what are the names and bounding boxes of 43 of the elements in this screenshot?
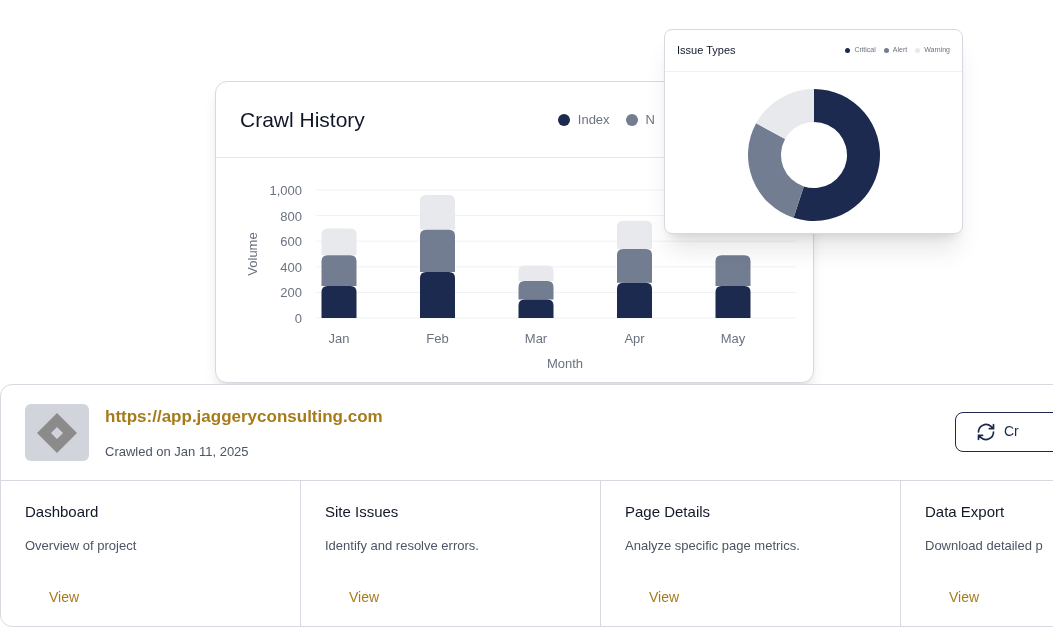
bar-segment: [321, 255, 357, 286]
view-link[interactable]: View: [49, 587, 80, 608]
recrawl-button[interactable]: Cr: [955, 411, 1053, 452]
view-link[interactable]: View: [649, 587, 680, 608]
x-tick-label: Mar: [524, 331, 548, 346]
legend-label: Index: [577, 110, 610, 129]
bar-segment: [420, 271, 455, 318]
x-tick-label: Feb: [426, 331, 449, 346]
section-description: Analyze specific page metrics.: [625, 536, 801, 555]
bar-segment: [715, 255, 751, 286]
x-axis-title: Month: [546, 356, 584, 371]
y-tick-label: 600: [280, 234, 302, 250]
refresh-icon: [976, 421, 996, 442]
bar-segment: [617, 282, 652, 318]
bar-segment: [715, 286, 751, 318]
bar-segment: [420, 229, 455, 272]
site-url[interactable]: https://app.jaggeryconsulting.com: [105, 404, 939, 430]
card-title: Crawl History: [240, 106, 365, 133]
section-description: Identify and resolve errors.: [325, 536, 480, 555]
site-logo-icon: [25, 404, 89, 461]
y-tick-label: 0: [294, 311, 302, 326]
x-tick-label: May: [720, 331, 746, 346]
card-title: Issue Types: [677, 43, 736, 59]
section-title: Dashboard: [25, 502, 100, 522]
section-description: Overview of project: [25, 536, 138, 555]
bar-segment: [518, 299, 554, 318]
x-tick-label: Apr: [624, 331, 645, 346]
y-axis-title: Volume: [245, 232, 260, 276]
x-tick-label: Jan: [328, 331, 350, 346]
section-title: Data Export: [925, 502, 1006, 522]
y-tick-label: 200: [280, 285, 302, 301]
y-tick-label: 1,000: [269, 183, 302, 198]
bar-segment: [617, 248, 652, 283]
crawl-date: Crawled on Jan 11, 2025: [105, 442, 250, 461]
section-title: Site Issues: [325, 502, 400, 522]
view-link[interactable]: View: [349, 587, 380, 608]
section-description: Download detailed p: [925, 536, 1044, 555]
y-tick-label: 800: [280, 208, 302, 224]
bar-segment: [321, 286, 357, 318]
y-tick-label: 400: [280, 259, 302, 275]
section-title: Page Details: [625, 502, 712, 522]
legend-label: N: [645, 110, 655, 129]
view-link[interactable]: View: [949, 587, 980, 608]
